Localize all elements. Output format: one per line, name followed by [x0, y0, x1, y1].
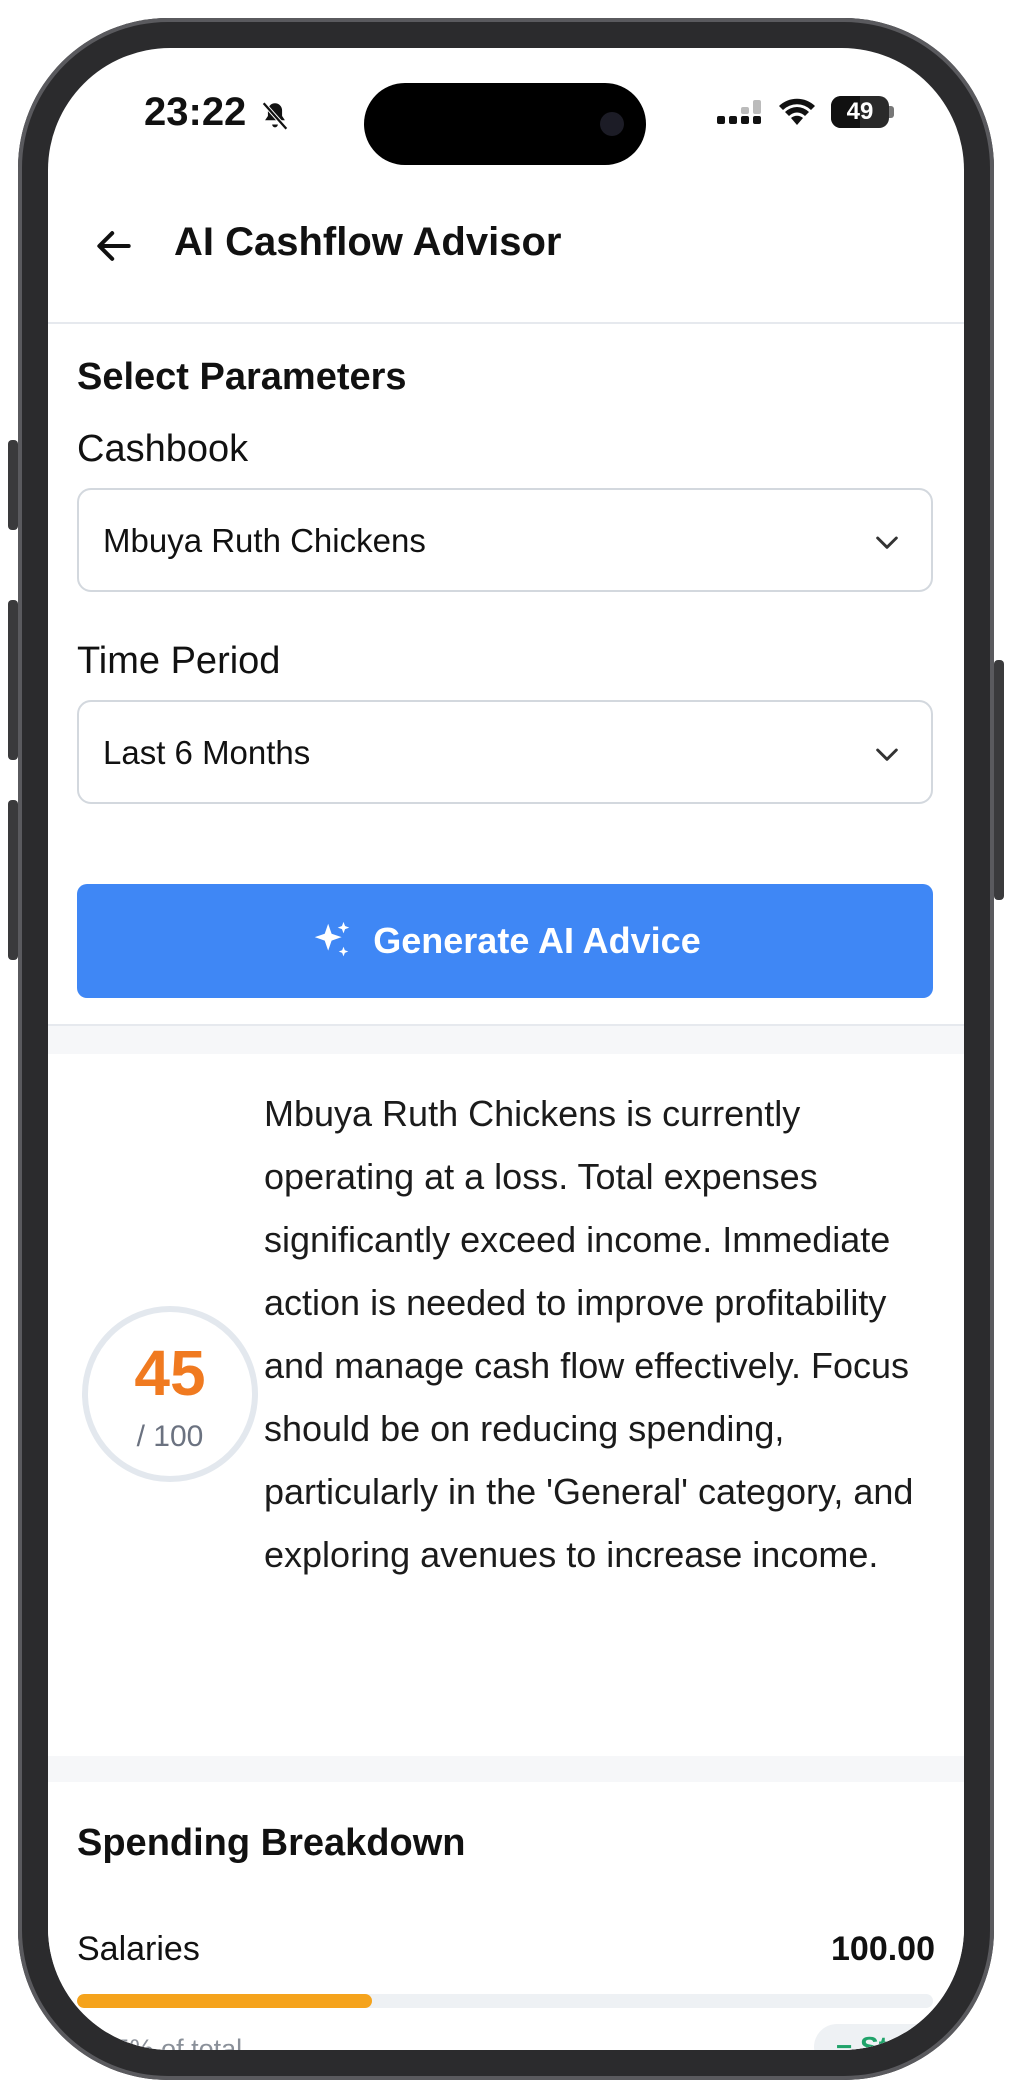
camera-icon: [600, 112, 624, 136]
cashbook-value: Mbuya Ruth Chickens: [103, 522, 426, 559]
bell-slash-icon: [262, 101, 288, 131]
section-divider: [48, 1026, 964, 1054]
chevron-down-icon: [876, 748, 898, 761]
battery-icon: 49: [831, 96, 889, 128]
page-title: AI Cashflow Advisor: [174, 220, 562, 264]
side-button-action: [8, 440, 18, 530]
app-bar: AI Cashflow Advisor: [48, 168, 964, 324]
battery-level: 49: [846, 98, 874, 125]
signal-icon: [717, 100, 761, 124]
screen: 23:22 49 AI Cashflow Advisor Select Para…: [48, 48, 964, 2050]
chevron-down-icon: [876, 536, 898, 549]
health-score-value: 45: [134, 1337, 206, 1409]
summary-text: Mbuya Ruth Chickens is currently operati…: [264, 1093, 914, 1575]
status-indicators: 49: [715, 96, 894, 128]
parameters-card: Select Parameters Cashbook Mbuya Ruth Ch…: [48, 324, 964, 1026]
generate-button-label: Generate AI Advice: [373, 920, 701, 961]
trend-badge: − Stable: [814, 2024, 964, 2050]
side-button-volume-up: [8, 600, 18, 760]
cashbook-select[interactable]: Mbuya Ruth Chickens: [77, 488, 933, 592]
spending-breakdown-card: Spending Breakdown Salaries 100.00 34.5%…: [48, 1782, 964, 2050]
arrow-left-icon[interactable]: [92, 224, 136, 268]
category-name: Salaries: [77, 1930, 200, 1968]
time-period-value: Last 6 Months: [103, 734, 311, 771]
section-divider: [48, 1756, 964, 1782]
summary-card: 45 / 100 Mbuya Ruth Chickens is currentl…: [48, 1054, 964, 1754]
battery-indicator: 49: [831, 96, 894, 128]
time-period-label: Time Period: [77, 640, 281, 682]
cashbook-label: Cashbook: [77, 428, 249, 470]
parameters-title: Select Parameters: [77, 356, 407, 398]
side-button-volume-down: [8, 800, 18, 960]
spending-breakdown-title: Spending Breakdown: [77, 1822, 466, 1864]
side-button-power: [994, 660, 1004, 900]
category-progress-track: [77, 1994, 933, 2008]
dynamic-island: [364, 83, 646, 165]
category-amount: 100.00: [831, 1930, 935, 1968]
category-progress-fill: [77, 1994, 373, 2008]
health-score-ring: 45 / 100: [82, 1306, 258, 1482]
wifi-icon: [779, 98, 815, 125]
generate-ai-advice-button[interactable]: Generate AI Advice: [77, 884, 933, 998]
category-percent: 34.5% of total: [77, 2034, 243, 2050]
health-score-max: / 100: [136, 1420, 204, 1453]
status-time: 23:22: [144, 90, 247, 134]
time-period-select[interactable]: Last 6 Months: [77, 700, 933, 804]
sparkles-icon: [315, 921, 350, 957]
